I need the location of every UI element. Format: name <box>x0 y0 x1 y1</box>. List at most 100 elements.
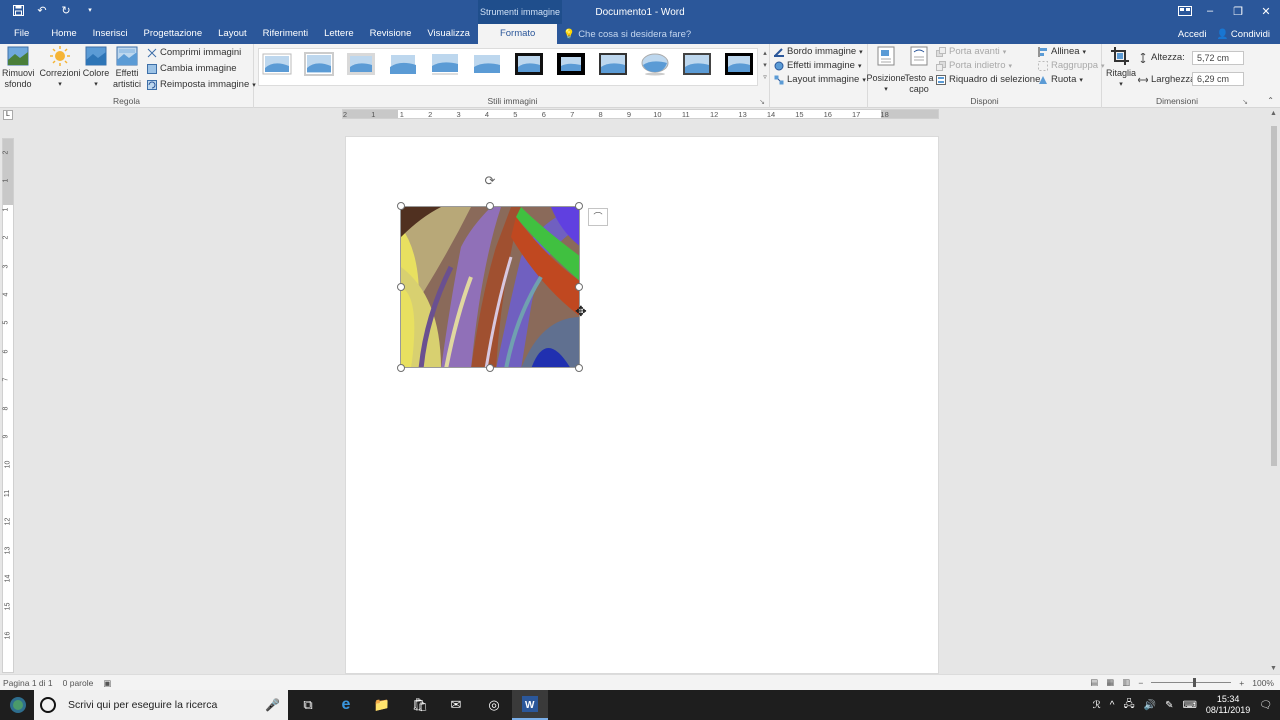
tab-design[interactable]: Progettazione <box>136 24 211 44</box>
style-thumb-3[interactable] <box>346 52 376 76</box>
scroll-up-icon[interactable]: ▲ <box>1270 110 1277 117</box>
layout-options-icon[interactable]: ⌒ <box>588 208 608 226</box>
zoom-out-icon[interactable]: − <box>1138 678 1143 688</box>
show-hidden-icons-icon[interactable]: ^ <box>1110 700 1115 711</box>
tab-home[interactable]: Home <box>43 24 84 44</box>
size-launcher-icon[interactable]: ↘ <box>1242 98 1248 106</box>
picture-border-button[interactable]: Bordo immagine ▾ <box>774 46 863 57</box>
horizontal-ruler[interactable]: 2 1 1 2 3 4 5 6 7 8 9 10 11 12 13 14 15 16 17 18 <box>342 109 939 119</box>
style-thumb-1[interactable] <box>262 52 292 76</box>
task-view-icon[interactable]: ⧉ <box>290 690 326 720</box>
rotate-button[interactable]: Ruota ▾ <box>1038 74 1083 85</box>
resize-handle-bottom-left[interactable] <box>397 364 405 372</box>
zoom-level[interactable]: 100% <box>1252 678 1274 688</box>
corrections-button[interactable]: Correzioni ▾ <box>38 46 82 90</box>
style-thumb-12[interactable] <box>724 52 754 76</box>
tab-mailings[interactable]: Lettere <box>316 24 362 44</box>
resize-handle-right[interactable] <box>575 283 583 291</box>
style-thumb-8[interactable] <box>556 52 586 76</box>
proofing-icon[interactable]: ▣ <box>103 678 111 689</box>
bring-forward-button[interactable]: Porta avanti ▾ <box>936 46 1006 57</box>
tab-review[interactable]: Revisione <box>362 24 420 44</box>
clock[interactable]: 15:34 08/11/2019 <box>1206 694 1250 716</box>
collapse-ribbon-icon[interactable]: ⌃ <box>1267 96 1274 105</box>
style-thumb-4[interactable] <box>388 52 418 76</box>
pen-workspace-icon[interactable]: ✎ <box>1165 700 1173 711</box>
people-icon[interactable]: ℛ <box>1093 700 1101 711</box>
width-input[interactable]: 6,29 cm <box>1192 72 1244 86</box>
read-mode-icon[interactable]: ▤ <box>1090 677 1098 688</box>
ribbon-display-options-icon[interactable] <box>1174 0 1196 22</box>
style-thumb-11[interactable] <box>682 52 712 76</box>
group-button[interactable]: Raggruppa ▾ <box>1038 60 1105 71</box>
network-icon[interactable]: 🖧 <box>1123 697 1134 714</box>
tell-me-search[interactable]: 💡 Che cosa si desidera fare? <box>563 29 691 40</box>
artistic-effects-button[interactable]: Effetti artistici <box>110 46 144 90</box>
tab-view[interactable]: Visualizza <box>419 24 478 44</box>
share-button[interactable]: 👤 Condividi <box>1216 29 1270 40</box>
vertical-scrollbar[interactable]: ▲ ▼ <box>1268 108 1280 674</box>
start-button[interactable] <box>0 690 36 720</box>
mail-icon[interactable]: ✉ <box>438 690 474 720</box>
styles-launcher-icon[interactable]: ↘ <box>759 98 765 106</box>
edge-icon[interactable]: e <box>328 690 364 720</box>
scroll-down-icon[interactable]: ▼ <box>1270 665 1277 672</box>
picture-layout-button[interactable]: Layout immagine ▾ <box>774 74 866 85</box>
style-thumb-5[interactable] <box>430 52 460 76</box>
change-picture-button[interactable]: Cambia immagine <box>147 63 237 74</box>
language-icon[interactable]: ⌨ <box>1182 700 1196 711</box>
gallery-scroll-arrows[interactable]: ▴ ▾ ▿ <box>760 48 770 86</box>
volume-icon[interactable]: 🔊 <box>1144 700 1156 711</box>
style-thumb-7[interactable] <box>514 52 544 76</box>
word-taskbar-icon[interactable]: W <box>512 690 548 720</box>
tab-references[interactable]: Riferimenti <box>255 24 316 44</box>
inserted-picture[interactable] <box>400 206 580 368</box>
notifications-icon[interactable]: 🗨 <box>1259 700 1272 711</box>
reset-picture-button[interactable]: Reimposta immagine ▾ <box>147 79 256 90</box>
tab-selector[interactable]: L <box>3 110 13 120</box>
tab-format[interactable]: Formato <box>477 24 558 44</box>
chrome-icon[interactable]: ◎ <box>476 690 512 720</box>
page-count[interactable]: Pagina 1 di 1 <box>3 678 53 689</box>
resize-handle-top[interactable] <box>486 202 494 210</box>
restore-icon[interactable]: ❐ <box>1224 0 1252 22</box>
selection-pane-button[interactable]: Riquadro di selezione <box>936 74 1040 85</box>
tab-insert[interactable]: Inserisci <box>85 24 136 44</box>
zoom-in-icon[interactable]: + <box>1239 678 1244 688</box>
style-thumb-2[interactable] <box>304 52 334 76</box>
zoom-slider[interactable] <box>1151 678 1232 687</box>
send-backward-button[interactable]: Porta indietro ▾ <box>936 60 1012 71</box>
resize-handle-bottom-right[interactable] <box>575 364 583 372</box>
position-button[interactable]: Posizione ▾ <box>866 46 906 95</box>
minimize-icon[interactable]: – <box>1196 0 1224 22</box>
align-button[interactable]: Allinea ▾ <box>1038 46 1086 57</box>
resize-handle-top-right[interactable] <box>575 202 583 210</box>
store-icon[interactable]: 🛍 <box>402 690 438 720</box>
resize-handle-top-left[interactable] <box>397 202 405 210</box>
color-button[interactable]: Colore ▾ <box>82 46 110 90</box>
rotate-handle-icon[interactable]: ⟳ <box>482 173 498 189</box>
compress-pictures-button[interactable]: Comprimi immagini <box>147 47 241 58</box>
microphone-icon[interactable]: 🎤 <box>265 698 280 712</box>
file-explorer-icon[interactable]: 📁 <box>364 690 400 720</box>
vertical-ruler[interactable]: 2 1 1 2 3 4 5 6 7 8 9 10 11 12 13 14 15 16 <box>2 138 14 673</box>
taskbar-search-box[interactable]: Scrivi qui per eseguire la ricerca 🎤 <box>34 690 288 720</box>
word-count[interactable]: 0 parole <box>63 678 94 689</box>
style-thumb-10[interactable] <box>640 52 670 76</box>
crop-button[interactable]: Ritaglia ▾ <box>1104 46 1138 90</box>
resize-handle-left[interactable] <box>397 283 405 291</box>
remove-background-button[interactable]: Rimuovi sfondo <box>2 46 35 90</box>
print-layout-icon[interactable]: ▦ <box>1106 677 1114 688</box>
resize-handle-bottom[interactable] <box>486 364 494 372</box>
height-input[interactable]: 5,72 cm <box>1192 51 1244 65</box>
web-layout-icon[interactable]: ▥ <box>1122 677 1130 688</box>
close-icon[interactable]: ✕ <box>1252 0 1280 22</box>
style-thumb-6[interactable] <box>472 52 502 76</box>
zoom-slider-knob[interactable] <box>1193 678 1197 687</box>
tab-layout[interactable]: Layout <box>210 24 255 44</box>
signin-link[interactable]: Accedi <box>1178 29 1207 40</box>
scrollbar-thumb[interactable] <box>1271 126 1277 466</box>
tab-file[interactable]: File <box>0 24 43 44</box>
wrap-text-button[interactable]: Testo a capo <box>904 46 934 95</box>
style-thumb-9[interactable] <box>598 52 628 76</box>
